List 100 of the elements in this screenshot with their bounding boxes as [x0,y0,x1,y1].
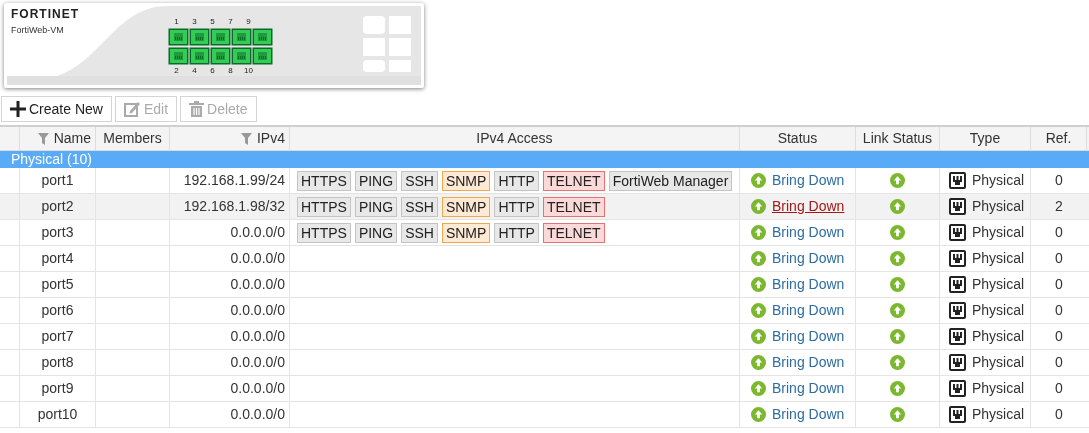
access-tag: TELNET [542,196,605,217]
table-cell-text: Physical [972,327,1025,346]
network-port-icon [949,302,966,319]
access-tag: HTTP [494,196,539,217]
arrow-up-circle-icon [751,251,766,266]
access-tag: SNMP [441,170,491,191]
port-number: 4 [191,66,198,76]
arrow-up-circle-icon [890,251,905,266]
bring-down-link[interactable]: Bring Down [772,378,845,399]
column-header[interactable]: Link Status [856,127,940,150]
access-tag: TELNET [542,222,605,243]
arrow-up-circle-icon [751,407,766,422]
bring-down-link[interactable]: Bring Down [772,352,845,373]
bring-down-link[interactable]: Bring Down [772,170,845,191]
table-cell-text: 0 [1055,171,1063,190]
column-header[interactable]: IPv4 [170,127,290,150]
table-cell-text: port9 [41,379,74,398]
table-cell-text: port3 [41,223,74,242]
arrow-up-circle-icon [751,199,766,214]
access-tag: SSH [401,170,438,191]
bring-down-link[interactable]: Bring Down [772,274,845,295]
network-port-icon [949,224,966,241]
arrow-up-circle-icon [751,225,766,240]
bring-down-link[interactable]: Bring Down [772,404,845,425]
arrow-up-circle-icon [890,173,905,188]
port-number: 8 [227,66,234,76]
table-row[interactable]: port1 192.168.1.99/24 HTTPS PING SSH SNMP HTTP TELNET FortiWeb Manager Bring Down Physical 0 [0,168,1089,194]
column-header[interactable]: Type [940,127,1031,150]
table-cell-text: 0.0.0.0/0 [230,223,285,242]
arrow-up-circle-icon [890,329,905,344]
table-cell-text: Physical [972,353,1025,372]
port-number: 6 [209,66,216,76]
device-model: FortiWeb-VM [11,24,65,37]
table-row[interactable]: port4 0.0.0.0/0 Bring Down Physical 0 [0,246,1089,272]
table-cell-text: port7 [41,327,74,346]
table-cell-text: port2 [41,197,74,216]
bring-down-link[interactable]: Bring Down [772,196,845,217]
arrow-up-circle-icon [890,303,905,318]
table-cell-text: Physical [972,197,1025,216]
table-cell-text: 0 [1055,223,1063,242]
table-cell-text: 0 [1055,327,1063,346]
bring-down-link[interactable]: Bring Down [772,222,845,243]
table-row[interactable]: port3 0.0.0.0/0 HTTPS PING SSH SNMP HTTP TELNET Bring Down Physical 0 [0,220,1089,246]
table-cell-text: 0.0.0.0/0 [230,327,285,346]
table-cell-text: Physical [972,405,1025,424]
table-row[interactable]: port9 0.0.0.0/0 Bring Down Physical 0 [0,376,1089,402]
network-port-icon [949,276,966,293]
arrow-up-circle-icon [751,303,766,318]
table-cell-text: Physical [972,171,1025,190]
arrow-up-circle-icon [751,355,766,370]
port-number: 5 [209,17,216,27]
bring-down-link[interactable]: Bring Down [772,248,845,269]
network-port-icon [949,198,966,215]
table-cell-text: port10 [37,405,78,424]
access-tag: SSH [401,196,438,217]
access-tag: PING [354,170,398,191]
column-header[interactable]: Status [740,127,856,150]
table-cell-text: port6 [41,301,74,320]
table-cell-text: port4 [41,249,74,268]
arrow-up-circle-icon [890,355,905,370]
column-header[interactable]: IPv4 Access [290,127,740,150]
access-tag: SSH [401,222,438,243]
network-port-icon [949,380,966,397]
table-row[interactable]: port8 0.0.0.0/0 Bring Down Physical 0 [0,350,1089,376]
table-row[interactable]: port5 0.0.0.0/0 Bring Down Physical 0 [0,272,1089,298]
table-cell-text: 2 [1055,197,1063,216]
table-cell-text: Physical [972,301,1025,320]
arrow-up-circle-icon [890,199,905,214]
plus-icon [10,101,26,117]
arrow-up-circle-icon [890,277,905,292]
arrow-up-circle-icon [751,329,766,344]
port-number: 3 [191,17,198,27]
table-row[interactable]: port2 192.168.1.98/32 HTTPS PING SSH SNMP HTTP TELNET Bring Down Physical 2 [0,194,1089,220]
table-cell-text: 0.0.0.0/0 [230,249,285,268]
bring-down-link[interactable]: Bring Down [772,326,845,347]
column-header[interactable]: Members [96,127,170,150]
arrow-up-circle-icon [751,173,766,188]
access-tag: HTTP [494,222,539,243]
access-tag: HTTPS [297,170,351,191]
table-cell-text: Physical [972,275,1025,294]
table-cell-text: port1 [41,171,74,190]
access-tag: HTTP [494,170,539,191]
table-cell-text: port5 [41,275,74,294]
access-tag: SNMP [441,196,491,217]
table-row[interactable]: port7 0.0.0.0/0 Bring Down Physical 0 [0,324,1089,350]
arrow-up-circle-icon [890,381,905,396]
column-header[interactable]: Ref. [1031,127,1087,150]
create-button[interactable]: Create New [1,96,112,122]
network-port-icon [949,172,966,189]
pencil-square-icon [123,101,141,117]
table-cell-text: 0.0.0.0/0 [230,379,285,398]
network-port-icon [949,406,966,423]
port-number: 1 [173,17,180,27]
table-row[interactable]: port6 0.0.0.0/0 Bring Down Physical 0 [0,298,1089,324]
access-tag: TELNET [542,170,605,191]
column-header[interactable]: Name [20,127,96,150]
access-tag: PING [354,196,398,217]
bring-down-link[interactable]: Bring Down [772,300,845,321]
table-cell-text: 192.168.1.99/24 [183,171,285,190]
table-row[interactable]: port10 0.0.0.0/0 Bring Down Physical 0 [0,402,1089,428]
